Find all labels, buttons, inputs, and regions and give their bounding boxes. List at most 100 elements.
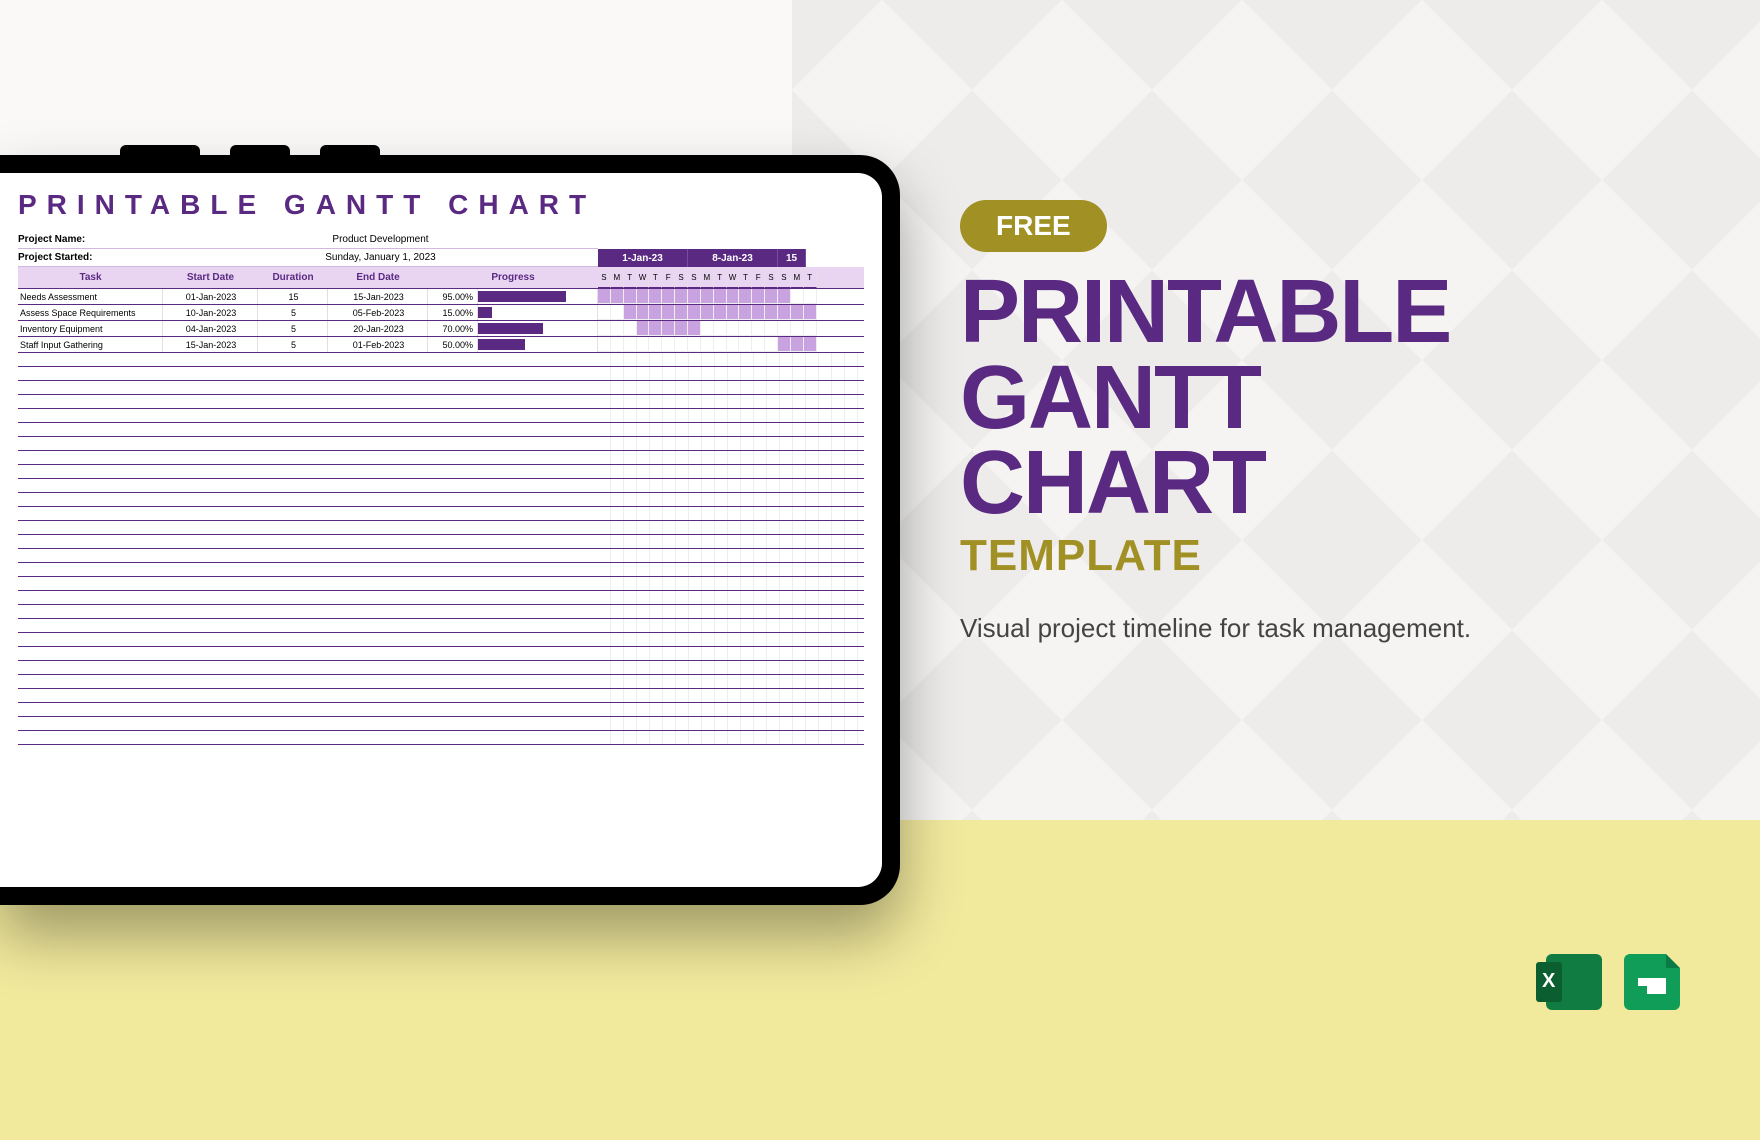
- gantt-cell: [611, 305, 624, 320]
- gantt-cell: [727, 321, 740, 336]
- gantt-cell: [598, 305, 611, 320]
- task-progress-bar: [478, 305, 598, 320]
- google-sheets-icon[interactable]: [1624, 954, 1680, 1010]
- empty-row: [18, 521, 864, 535]
- gantt-cell: [727, 337, 740, 352]
- task-name: Assess Space Requirements: [18, 305, 163, 320]
- day-header-16: T: [804, 267, 817, 288]
- marketing-title: PRINTABLE GANTT CHART: [960, 270, 1580, 527]
- empty-row: [18, 423, 864, 437]
- gantt-cell: [662, 305, 675, 320]
- day-headers: SMTWTFSSMTWTFSSMT: [598, 267, 864, 288]
- empty-row: [18, 591, 864, 605]
- day-header-0: S: [598, 267, 611, 288]
- empty-row: [18, 367, 864, 381]
- empty-row: [18, 493, 864, 507]
- gantt-cells: [598, 321, 864, 336]
- task-progress-value: 95.00%: [428, 289, 478, 304]
- task-duration: 15: [258, 289, 328, 304]
- gantt-cell: [701, 289, 714, 304]
- day-header-5: F: [662, 267, 675, 288]
- gantt-cell: [675, 337, 688, 352]
- gantt-cells: [598, 337, 864, 352]
- gantt-cell: [804, 305, 817, 320]
- gantt-cell: [739, 337, 752, 352]
- task-progress-bar: [478, 321, 598, 336]
- gantt-cell: [752, 289, 765, 304]
- empty-row: [18, 633, 864, 647]
- marketing-subtitle: TEMPLATE: [960, 531, 1580, 581]
- task-progress-value: 70.00%: [428, 321, 478, 336]
- gantt-cell: [688, 337, 701, 352]
- gantt-cell: [662, 321, 675, 336]
- gantt-cell: [688, 289, 701, 304]
- gantt-cell: [791, 289, 804, 304]
- task-rows: Needs Assessment01-Jan-20231515-Jan-2023…: [18, 289, 864, 353]
- gantt-cell: [739, 305, 752, 320]
- gantt-cell: [637, 337, 650, 352]
- gantt-cell: [765, 321, 778, 336]
- gantt-cell: [688, 321, 701, 336]
- day-header-7: S: [688, 267, 701, 288]
- gantt-cell: [624, 321, 637, 336]
- gantt-cell: [714, 305, 727, 320]
- day-header-9: T: [714, 267, 727, 288]
- gantt-cell: [598, 321, 611, 336]
- empty-row: [18, 689, 864, 703]
- task-end: 01-Feb-2023: [328, 337, 428, 352]
- day-header-13: S: [765, 267, 778, 288]
- day-header-3: W: [637, 267, 650, 288]
- task-start: 04-Jan-2023: [163, 321, 258, 336]
- project-started-row: Project Started: Sunday, January 1, 2023: [18, 249, 598, 267]
- gantt-cell: [662, 337, 675, 352]
- empty-row: [18, 661, 864, 675]
- table-row: Inventory Equipment04-Jan-2023520-Jan-20…: [18, 321, 864, 337]
- empty-row: [18, 577, 864, 591]
- empty-row: [18, 353, 864, 367]
- gantt-cell: [598, 337, 611, 352]
- project-name-label: Project Name:: [18, 234, 163, 245]
- gantt-cell: [739, 289, 752, 304]
- gantt-cell: [701, 337, 714, 352]
- gantt-cell: [649, 321, 662, 336]
- file-type-icons: [1546, 954, 1680, 1010]
- empty-row: [18, 717, 864, 731]
- task-name: Staff Input Gathering: [18, 337, 163, 352]
- gantt-cell: [804, 289, 817, 304]
- gantt-cell: [727, 289, 740, 304]
- gantt-cell: [791, 305, 804, 320]
- project-name-row: Project Name: Product Development: [18, 231, 598, 249]
- task-end: 20-Jan-2023: [328, 321, 428, 336]
- empty-row: [18, 675, 864, 689]
- spreadsheet-title: PRINTABLE GANTT CHART: [18, 189, 864, 221]
- title-line-1: PRINTABLE: [960, 270, 1580, 356]
- excel-icon[interactable]: [1546, 954, 1602, 1010]
- day-header-15: M: [791, 267, 804, 288]
- gantt-cell: [791, 321, 804, 336]
- gantt-cell: [637, 289, 650, 304]
- task-duration: 5: [258, 321, 328, 336]
- gantt-cell: [649, 289, 662, 304]
- task-name: Needs Assessment: [18, 289, 163, 304]
- gantt-cell: [765, 289, 778, 304]
- gantt-cells: [598, 289, 864, 304]
- gantt-cell: [714, 289, 727, 304]
- empty-row: [18, 605, 864, 619]
- empty-row: [18, 535, 864, 549]
- tablet-device: PRINTABLE GANTT CHART Project Name: Prod…: [0, 155, 900, 905]
- task-progress-value: 15.00%: [428, 305, 478, 320]
- gantt-cell: [752, 305, 765, 320]
- gantt-cell: [688, 305, 701, 320]
- table-row: Assess Space Requirements10-Jan-2023505-…: [18, 305, 864, 321]
- task-progress-bar: [478, 289, 598, 304]
- marketing-description: Visual project timeline for task manage­…: [960, 611, 1580, 646]
- gantt-cell: [778, 337, 791, 352]
- gantt-cells: [598, 305, 864, 320]
- gantt-cell: [649, 337, 662, 352]
- empty-row: [18, 479, 864, 493]
- gantt-cell: [791, 337, 804, 352]
- project-name-value: Product Development: [163, 234, 598, 245]
- gantt-cell: [624, 337, 637, 352]
- task-duration: 5: [258, 337, 328, 352]
- gantt-cell: [675, 321, 688, 336]
